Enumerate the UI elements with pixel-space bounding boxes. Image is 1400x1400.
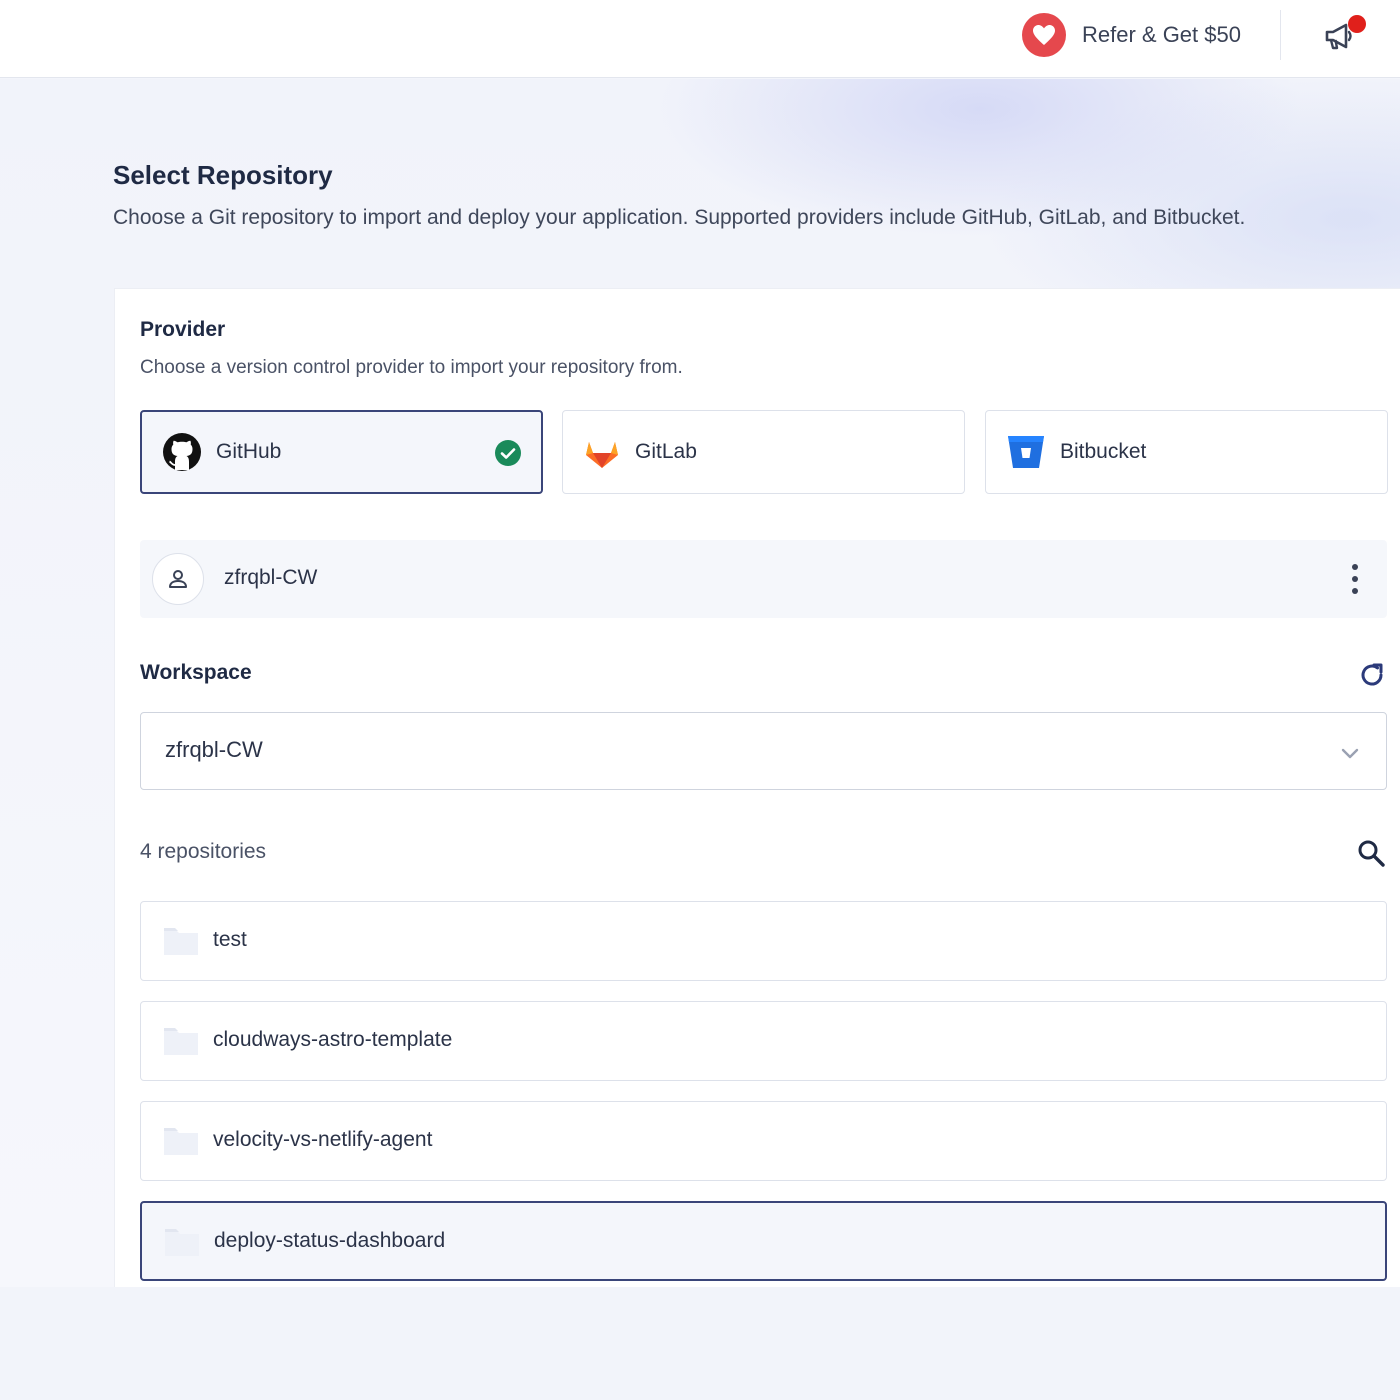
announcement-button[interactable] <box>1322 15 1366 58</box>
page-title: Select Repository <box>113 160 333 190</box>
repository-item-selected[interactable]: deploy-status-dashboard <box>140 1201 1387 1281</box>
page-subtitle: Choose a Git repository to import and de… <box>113 206 1246 229</box>
repository-name: deploy-status-dashboard <box>214 1229 446 1252</box>
repository-count: 4 repositories <box>140 840 267 863</box>
provider-github[interactable]: GitHub <box>140 410 543 494</box>
heart-icon <box>1022 13 1066 57</box>
provider-description: Choose a version control provider to imp… <box>140 357 683 378</box>
gitlab-icon <box>586 442 618 468</box>
provider-label: Bitbucket <box>1060 440 1147 463</box>
repository-name: velocity-vs-netlify-agent <box>213 1128 433 1151</box>
provider-label: GitHub <box>216 440 282 463</box>
folder-icon <box>164 928 198 955</box>
search-icon[interactable] <box>1356 838 1386 868</box>
chevron-down-icon <box>1341 748 1359 759</box>
avatar <box>152 553 204 605</box>
check-circle-icon <box>495 440 521 466</box>
top-divider <box>1280 10 1281 60</box>
account-name: zfrqbl-CW <box>224 566 318 589</box>
github-icon <box>163 433 201 471</box>
footer-area <box>0 1287 1400 1400</box>
workspace-select[interactable]: zfrqbl-CW <box>140 712 1387 790</box>
folder-icon <box>165 1229 199 1256</box>
user-icon <box>169 570 187 588</box>
provider-label: GitLab <box>635 440 697 463</box>
repository-name: test <box>213 928 247 951</box>
repository-name: cloudways-astro-template <box>213 1028 453 1051</box>
repository-item[interactable]: test <box>140 901 1387 981</box>
refer-button[interactable]: Refer & Get $50 <box>1022 12 1241 58</box>
folder-icon <box>164 1028 198 1055</box>
workspace-title: Workspace <box>140 661 252 684</box>
provider-gitlab[interactable]: GitLab <box>562 410 965 494</box>
notification-dot <box>1348 15 1366 33</box>
more-options-icon[interactable] <box>1345 564 1365 594</box>
repository-item[interactable]: cloudways-astro-template <box>140 1001 1387 1081</box>
refer-label: Refer & Get $50 <box>1082 22 1241 47</box>
top-bar: Refer & Get $50 <box>0 0 1400 78</box>
bitbucket-icon <box>1008 436 1044 468</box>
refresh-icon[interactable] <box>1358 661 1386 689</box>
repository-item[interactable]: velocity-vs-netlify-agent <box>140 1101 1387 1181</box>
provider-title: Provider <box>140 318 226 341</box>
provider-bitbucket[interactable]: Bitbucket <box>985 410 1388 494</box>
workspace-select-value: zfrqbl-CW <box>165 737 263 762</box>
connected-account: zfrqbl-CW <box>140 540 1387 618</box>
folder-icon <box>164 1128 198 1155</box>
